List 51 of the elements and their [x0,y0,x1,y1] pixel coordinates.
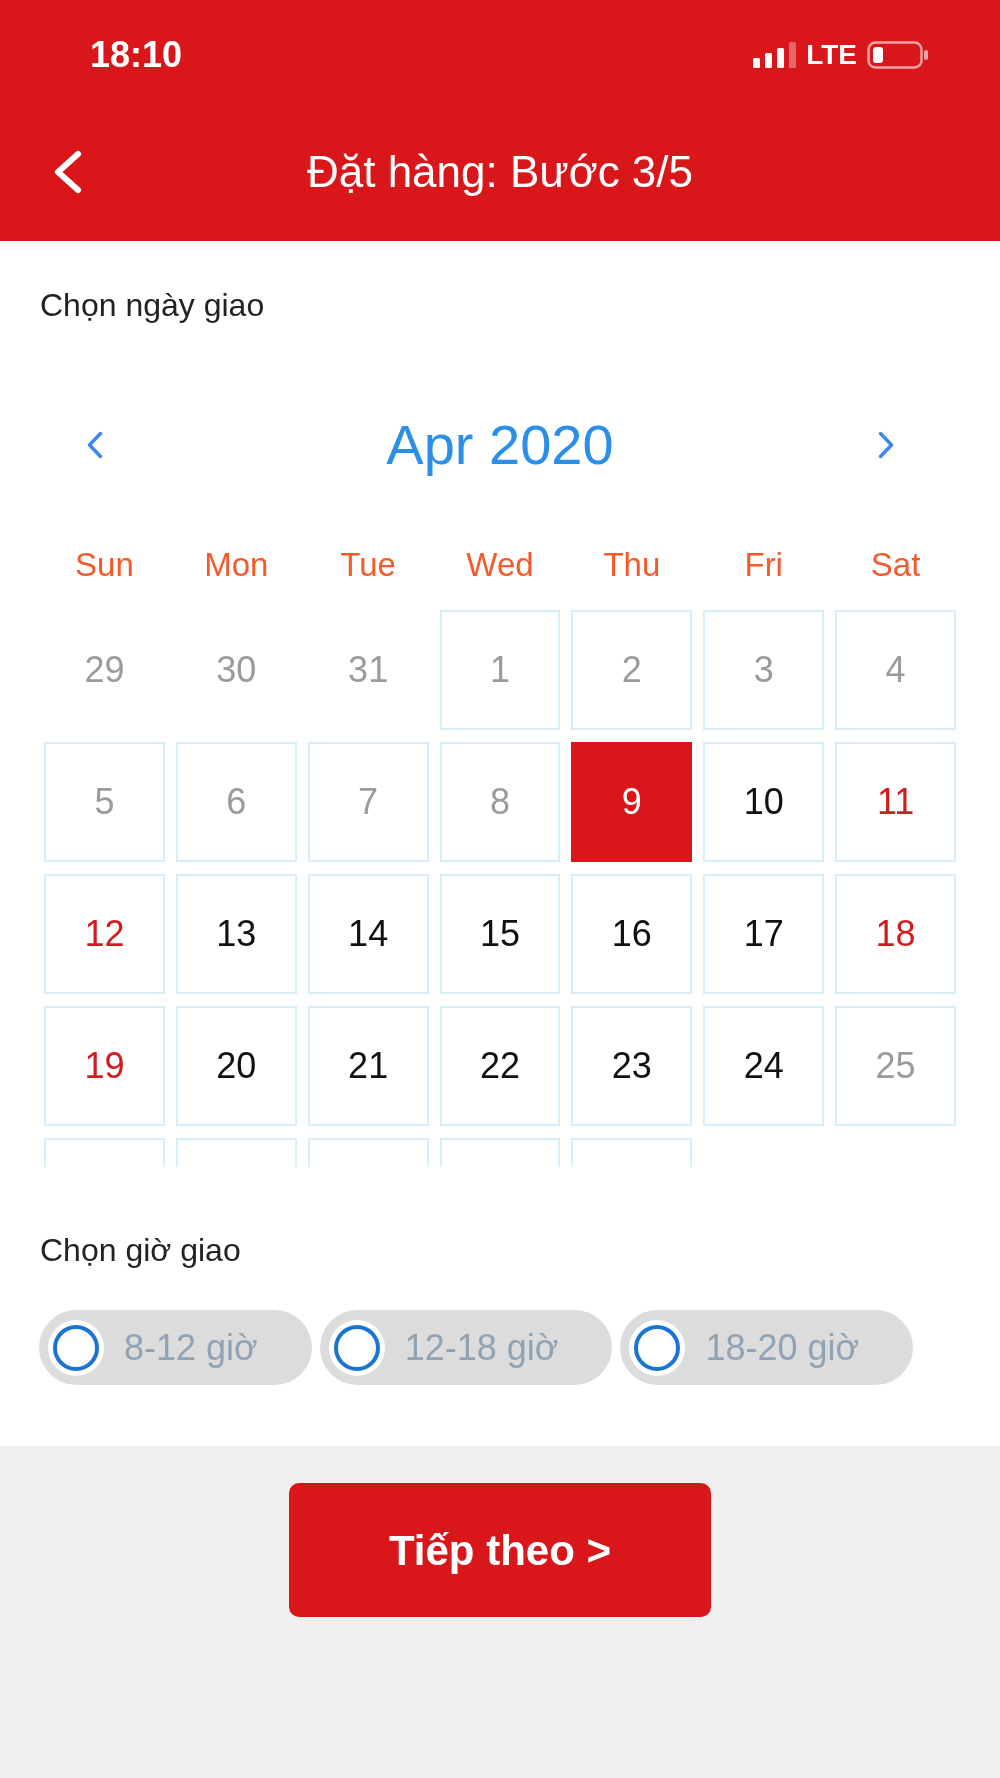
day-cell-text: 31 [347,648,390,692]
section-label: Chọn ngày giao [40,286,265,325]
signal-icon [753,42,797,68]
day-cell[interactable]: 10 [703,742,825,862]
chevron-left-icon [86,430,104,460]
day-cell[interactable] [175,1138,297,1167]
day-cell: 1 [439,610,561,730]
day-cell[interactable]: 18 [835,874,956,994]
day-cell: 7 [307,742,429,862]
weekday-label: Sun [74,545,135,585]
day-cell-text: 30 [215,648,258,692]
day-cell[interactable] [439,1138,561,1167]
day-cell[interactable]: 9 [571,742,693,862]
status-time: 18:10 [90,35,183,75]
day-cell[interactable]: 14 [307,874,429,994]
day-cell[interactable]: 16 [571,874,693,994]
day-cell-text: 29 [83,648,126,692]
network-label: LTE [806,40,857,70]
day-cell: 3 [703,610,825,730]
day-cell[interactable]: 21 [307,1006,429,1126]
day-cell[interactable]: 19 [44,1006,165,1126]
day-cell: 25 [835,1006,956,1126]
day-cell: 6 [175,742,297,862]
weekday-label: Wed [465,545,535,585]
day-cell[interactable]: 20 [175,1006,297,1126]
day-cell[interactable]: 22 [439,1006,561,1126]
day-cell: 2 [571,610,693,730]
next-button[interactable]: Tiếp theo > [289,1483,711,1617]
weekday-label: Sat [869,545,922,585]
month-title: Apr 2020 [386,413,614,477]
battery-icon [867,41,929,69]
day-cell[interactable] [307,1138,429,1167]
day-cell[interactable]: 17 [703,874,825,994]
day-cell[interactable]: 13 [175,874,297,994]
day-cell[interactable]: 11 [835,742,956,862]
day-cell: 5 [44,742,165,862]
chevron-right-icon [877,430,895,460]
day-cell[interactable]: 23 [571,1006,693,1126]
weekday-label: Mon [203,545,270,585]
day-cell[interactable] [571,1138,693,1167]
day-cell[interactable]: 12 [44,874,165,994]
day-cell: 4 [835,610,956,730]
weekday-label: Thu [602,545,662,585]
day-cell: 8 [439,742,561,862]
page-title: Đặt hàng: Bước 3/5 [306,145,694,198]
section-label: Chọn giờ giao [40,1231,241,1270]
day-cell[interactable] [44,1138,165,1167]
day-cell[interactable]: 24 [703,1006,825,1126]
weekday-label: Fri [743,545,784,585]
day-cell[interactable]: 15 [439,874,561,994]
weekday-label: Tue [339,545,397,585]
